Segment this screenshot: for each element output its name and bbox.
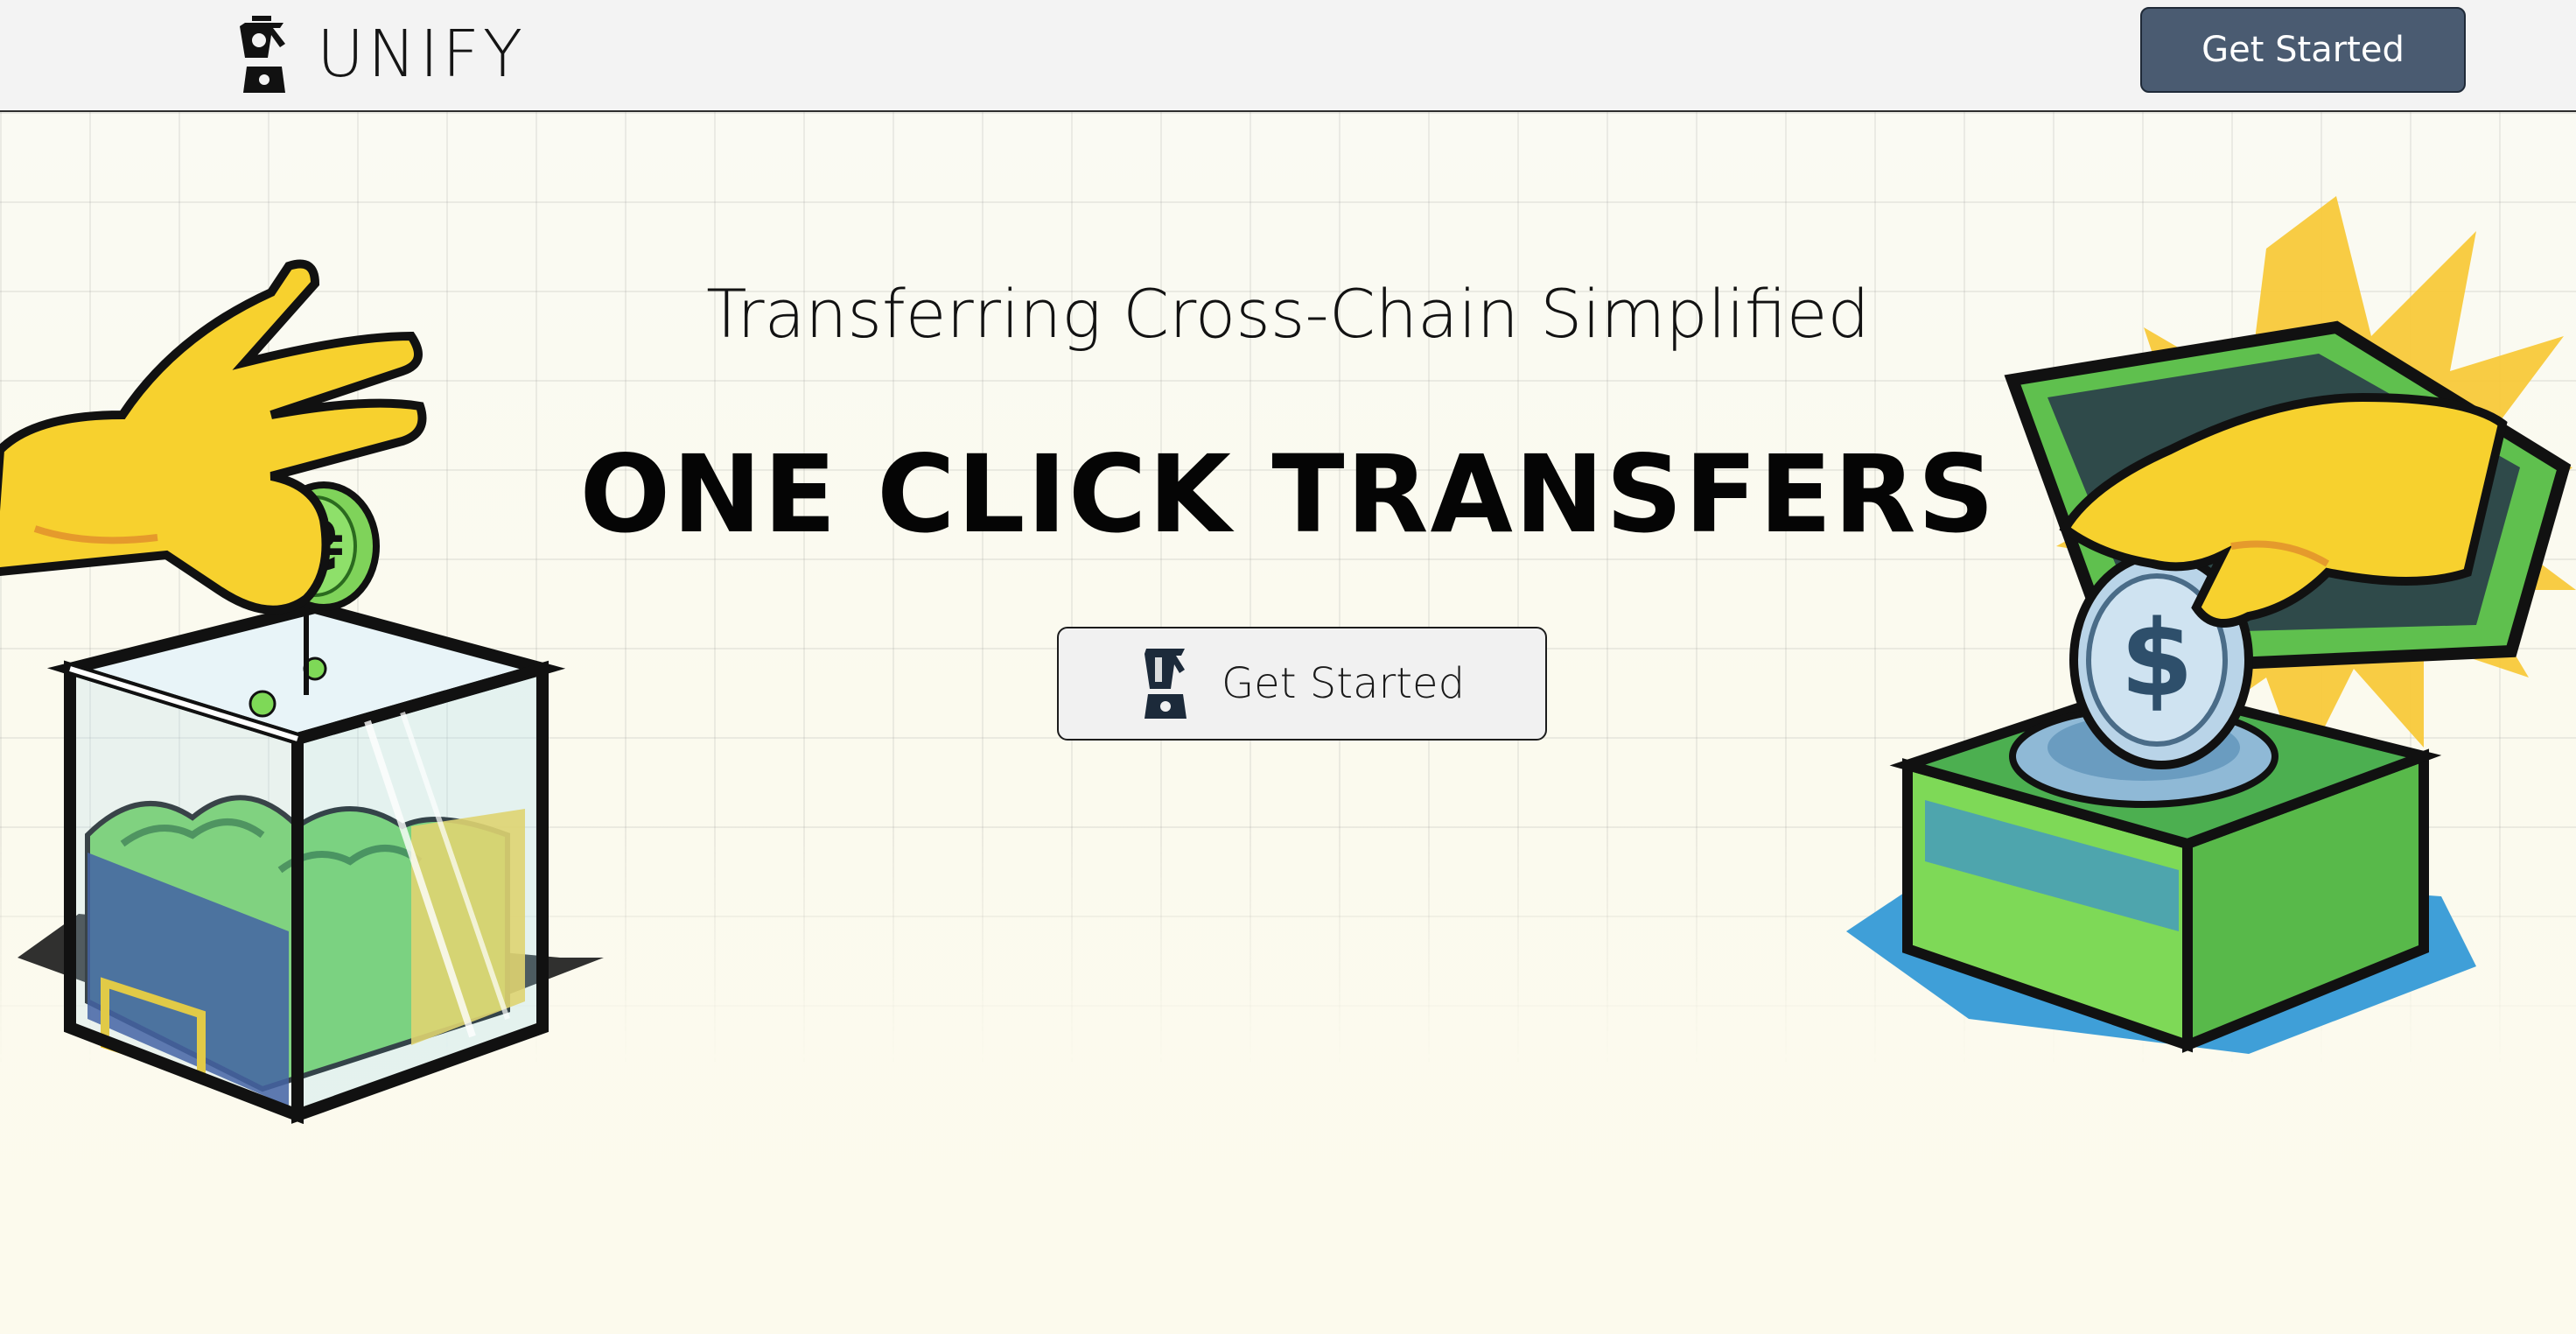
hero-section: ₴ $ Transferring Cross-Chain Simplified <box>0 112 2576 1334</box>
hero-get-started-button[interactable]: Get Started <box>1057 627 1547 741</box>
logo-text: UNIFY <box>317 17 527 92</box>
get-started-button[interactable]: Get Started <box>2140 7 2466 93</box>
logo[interactable]: UNIFY <box>234 9 526 100</box>
svg-text:$: $ <box>2120 599 2194 720</box>
blender-icon <box>240 16 285 93</box>
site-header: UNIFY Get Started <box>0 0 2576 112</box>
blender-icon <box>1144 649 1186 719</box>
hero-cta-label: Get Started <box>1221 659 1466 708</box>
hero-headline: ONE CLICK TRANSFERS <box>579 432 1997 557</box>
hero-tagline: Transferring Cross-Chain Simplified <box>706 275 1870 353</box>
